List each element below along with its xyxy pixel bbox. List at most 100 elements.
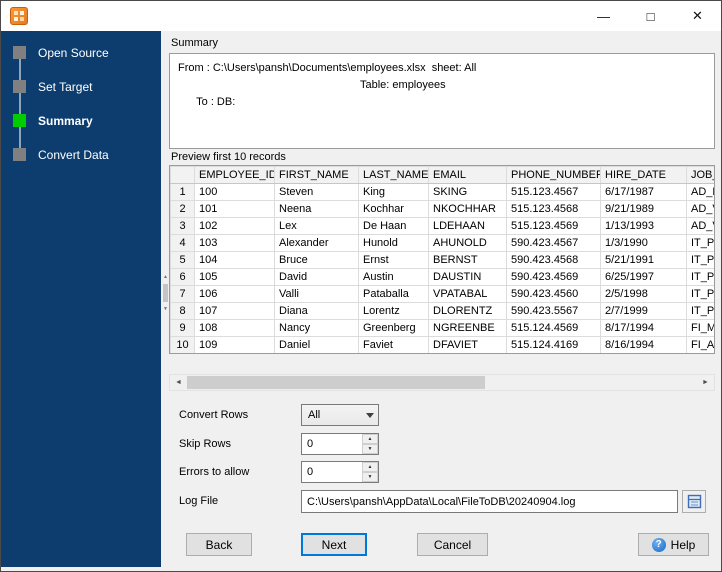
table-cell[interactable]: 1/13/1993	[600, 217, 687, 235]
close-button[interactable]: ✕	[674, 1, 721, 31]
table-cell[interactable]: 590.423.4567	[506, 234, 601, 252]
row-number-cell[interactable]: 3	[170, 217, 195, 235]
minimize-button[interactable]: —	[580, 1, 627, 31]
table-cell[interactable]: Diana	[274, 302, 359, 320]
table-cell[interactable]: Bruce	[274, 251, 359, 269]
table-cell[interactable]: NKOCHHAR	[428, 200, 507, 218]
column-header-last_name[interactable]: LAST_NAME	[358, 166, 429, 184]
table-cell[interactable]: 100	[194, 183, 275, 201]
column-header-first_name[interactable]: FIRST_NAME	[274, 166, 359, 184]
step-set-target[interactable]: Set Target	[13, 79, 92, 94]
table-cell[interactable]: IT_PROG	[686, 285, 714, 303]
table-cell[interactable]: AD_VP	[686, 217, 714, 235]
table-cell[interactable]: De Haan	[358, 217, 429, 235]
table-cell[interactable]: 107	[194, 302, 275, 320]
table-cell[interactable]: Hunold	[358, 234, 429, 252]
table-cell[interactable]: Austin	[358, 268, 429, 286]
table-cell[interactable]: 5/21/1991	[600, 251, 687, 269]
table-cell[interactable]: NGREENBE	[428, 319, 507, 337]
table-cell[interactable]: 6/17/1987	[600, 183, 687, 201]
table-cell[interactable]: AHUNOLD	[428, 234, 507, 252]
table-cell[interactable]: 106	[194, 285, 275, 303]
row-number-cell[interactable]: 7	[170, 285, 195, 303]
table-cell[interactable]: Faviet	[358, 336, 429, 353]
table-cell[interactable]: Nancy	[274, 319, 359, 337]
table-cell[interactable]: 6/25/1997	[600, 268, 687, 286]
table-cell[interactable]: 8/16/1994	[600, 336, 687, 353]
table-cell[interactable]: AD_VP	[686, 200, 714, 218]
table-cell[interactable]: Lorentz	[358, 302, 429, 320]
row-number-cell[interactable]: 10	[170, 336, 195, 353]
column-header-employee_id[interactable]: EMPLOYEE_ID	[194, 166, 275, 184]
table-cell[interactable]: 108	[194, 319, 275, 337]
table-cell[interactable]: 2/5/1998	[600, 285, 687, 303]
skip-rows-spinner[interactable]: 0 ▲ ▼	[301, 433, 379, 455]
table-cell[interactable]: 515.123.4568	[506, 200, 601, 218]
step-summary[interactable]: Summary	[13, 113, 93, 128]
table-cell[interactable]: IT_PROG	[686, 268, 714, 286]
table-cell[interactable]: DFAVIET	[428, 336, 507, 353]
table-cell[interactable]: 515.123.4569	[506, 217, 601, 235]
table-cell[interactable]: Pataballa	[358, 285, 429, 303]
table-cell[interactable]: David	[274, 268, 359, 286]
table-cell[interactable]: Neena	[274, 200, 359, 218]
table-cell[interactable]: 515.124.4569	[506, 319, 601, 337]
spin-down-icon[interactable]: ▼	[362, 472, 378, 482]
table-cell[interactable]: Greenberg	[358, 319, 429, 337]
table-cell[interactable]: 109	[194, 336, 275, 353]
left-mini-scrollbar[interactable]: ▲ ▼	[162, 273, 169, 313]
convert-rows-dropdown[interactable]: All	[301, 404, 379, 426]
table-cell[interactable]: 590.423.4569	[506, 268, 601, 286]
errors-to-allow-spinner[interactable]: 0 ▲ ▼	[301, 461, 379, 483]
table-cell[interactable]: 103	[194, 234, 275, 252]
row-number-cell[interactable]: 4	[170, 234, 195, 252]
row-number-cell[interactable]: 6	[170, 268, 195, 286]
column-header-email[interactable]: EMAIL	[428, 166, 507, 184]
row-number-cell[interactable]: 9	[170, 319, 195, 337]
step-convert-data[interactable]: Convert Data	[13, 147, 109, 162]
table-cell[interactable]: 2/7/1999	[600, 302, 687, 320]
table-cell[interactable]: Daniel	[274, 336, 359, 353]
table-cell[interactable]: King	[358, 183, 429, 201]
table-cell[interactable]: 515.123.4567	[506, 183, 601, 201]
scrollbar-thumb[interactable]	[187, 376, 485, 389]
table-cell[interactable]: IT_PROG	[686, 302, 714, 320]
table-cell[interactable]: FI_MGR	[686, 319, 714, 337]
horizontal-scrollbar[interactable]: ◄ ►	[169, 374, 715, 391]
row-number-cell[interactable]: 2	[170, 200, 195, 218]
table-cell[interactable]: 101	[194, 200, 275, 218]
column-header-phone_number[interactable]: PHONE_NUMBER	[506, 166, 601, 184]
log-file-browse-button[interactable]	[682, 490, 706, 513]
column-header-job_id[interactable]: JOB_ID	[686, 166, 714, 184]
spin-down-icon[interactable]: ▼	[362, 444, 378, 454]
table-cell[interactable]: BERNST	[428, 251, 507, 269]
table-cell[interactable]: 105	[194, 268, 275, 286]
table-cell[interactable]: 590.423.5567	[506, 302, 601, 320]
maximize-button[interactable]: □	[627, 1, 674, 31]
column-header-hire_date[interactable]: HIRE_DATE	[600, 166, 687, 184]
row-number-cell[interactable]: 1	[170, 183, 195, 201]
table-cell[interactable]: 104	[194, 251, 275, 269]
table-cell[interactable]: 590.423.4568	[506, 251, 601, 269]
table-cell[interactable]: 102	[194, 217, 275, 235]
spin-up-icon[interactable]: ▲	[362, 462, 378, 472]
step-open-source[interactable]: Open Source	[13, 45, 109, 60]
table-cell[interactable]: FI_ACCOUNT	[686, 336, 714, 353]
table-cell[interactable]: 590.423.4560	[506, 285, 601, 303]
back-button[interactable]: Back	[186, 533, 252, 556]
log-file-input[interactable]	[301, 490, 678, 513]
scroll-right-arrow-icon[interactable]: ►	[697, 375, 714, 390]
table-cell[interactable]: IT_PROG	[686, 234, 714, 252]
table-cell[interactable]: Alexander	[274, 234, 359, 252]
table-cell[interactable]: Steven	[274, 183, 359, 201]
help-button[interactable]: ? Help	[638, 533, 709, 556]
table-cell[interactable]: Valli	[274, 285, 359, 303]
table-cell[interactable]: DLORENTZ	[428, 302, 507, 320]
next-button[interactable]: Next	[301, 533, 367, 556]
cancel-button[interactable]: Cancel	[417, 533, 488, 556]
table-cell[interactable]: AD_PRES	[686, 183, 714, 201]
table-cell[interactable]: LDEHAAN	[428, 217, 507, 235]
table-cell[interactable]: 515.124.4169	[506, 336, 601, 353]
row-number-cell[interactable]: 8	[170, 302, 195, 320]
table-cell[interactable]: VPATABAL	[428, 285, 507, 303]
